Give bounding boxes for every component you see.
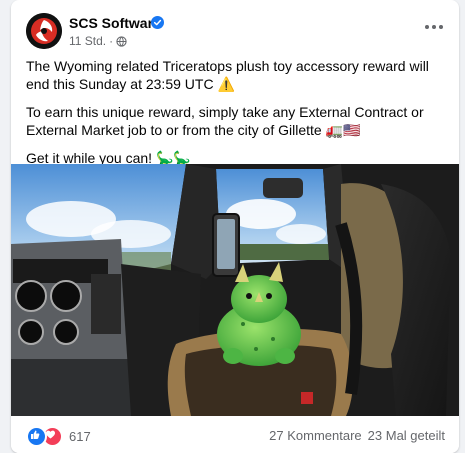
reaction-summary[interactable]: 617: [26, 425, 91, 447]
verified-badge-icon: [151, 16, 164, 29]
post-body: The Wyoming related Triceratops plush to…: [26, 57, 446, 177]
shares-count-link[interactable]: 23 Mal geteilt: [368, 428, 445, 443]
page-name-link[interactable]: SCS Software: [69, 15, 161, 31]
page-avatar[interactable]: [26, 13, 62, 49]
post-paragraph: The Wyoming related Triceratops plush to…: [26, 58, 429, 92]
like-reaction-icon: [26, 425, 47, 447]
reaction-count: 617: [69, 428, 91, 444]
post-stats: 27 Kommentare 23 Mal geteilt: [269, 428, 445, 443]
post-footer: 617 27 Kommentare 23 Mal geteilt: [11, 416, 459, 453]
more-options-icon[interactable]: [423, 22, 445, 32]
meta-separator: ·: [109, 34, 114, 48]
post-meta: 11 Std. ·: [69, 34, 127, 48]
post-paragraph: To earn this unique reward, simply take …: [26, 104, 424, 138]
post-timestamp[interactable]: 11 Std.: [69, 34, 106, 48]
post-photo[interactable]: [11, 164, 459, 416]
comments-count-link[interactable]: 27 Kommentare: [269, 428, 362, 443]
post-card: SCS Software 11 Std. · The Wyoming relate…: [11, 0, 459, 453]
globe-icon: [116, 36, 127, 47]
